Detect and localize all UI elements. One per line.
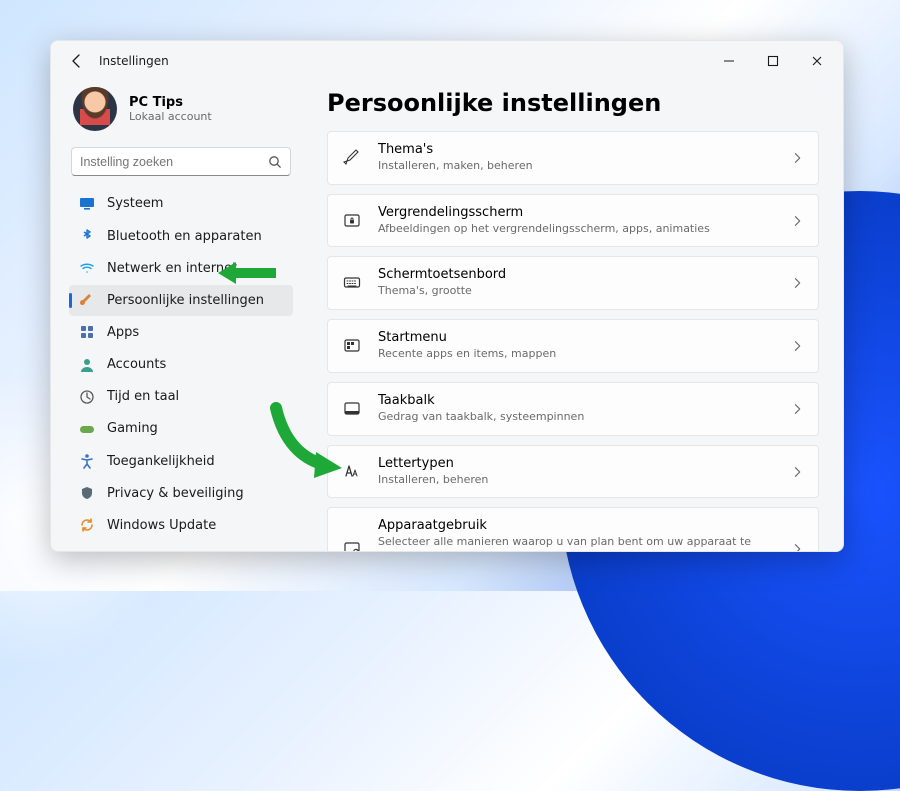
gamepad-icon: [79, 421, 95, 437]
sidebar-item-grid[interactable]: Apps: [69, 317, 293, 348]
user-subtitle: Lokaal account: [129, 110, 212, 123]
chevron-right-icon: [792, 340, 804, 352]
card-subtitle: Thema's, grootte: [378, 284, 776, 299]
sidebar-item-label: Privacy & beveiliging: [107, 486, 244, 501]
shield-icon: [79, 485, 95, 501]
taskbar-icon: [342, 399, 362, 419]
back-arrow-icon: [69, 52, 85, 70]
sidebar-item-label: Persoonlijke instellingen: [107, 293, 264, 308]
sidebar-item-update[interactable]: Windows Update: [69, 510, 293, 541]
accessibility-icon: [79, 453, 95, 469]
card-subtitle: Gedrag van taakbalk, systeempinnen: [378, 410, 776, 425]
card-subtitle: Installeren, beheren: [378, 473, 776, 488]
wifi-icon: [79, 260, 95, 276]
back-button[interactable]: [65, 49, 89, 73]
sidebar-item-label: Apps: [107, 325, 139, 340]
globe-clock-icon: [79, 389, 95, 405]
sidebar-item-wifi[interactable]: Netwerk en internet: [69, 253, 293, 284]
sidebar-item-monitor[interactable]: Systeem: [69, 188, 293, 219]
grid-icon: [79, 324, 95, 340]
close-icon: [810, 54, 824, 68]
lockscreen-icon: [342, 211, 362, 231]
user-block[interactable]: PC Tips Lokaal account: [69, 81, 293, 145]
page-title: Persoonlijke instellingen: [327, 89, 819, 117]
monitor-icon: [79, 196, 95, 212]
sidebar-item-accessibility[interactable]: Toegankelijkheid: [69, 446, 293, 477]
settings-card-lockscreen[interactable]: VergrendelingsschermAfbeeldingen op het …: [327, 194, 819, 248]
settings-card-start[interactable]: StartmenuRecente apps en items, mappen: [327, 319, 819, 373]
card-title: Taakbalk: [378, 393, 776, 410]
sidebar-item-label: Toegankelijkheid: [107, 454, 215, 469]
settings-card-device[interactable]: ApparaatgebruikSelecteer alle manieren w…: [327, 507, 819, 551]
card-subtitle: Selecteer alle manieren waarop u van pla…: [378, 535, 776, 551]
settings-window: Instellingen PC Tips Lokaal account Syst…: [50, 40, 844, 552]
person-icon: [79, 357, 95, 373]
sidebar-item-label: Systeem: [107, 196, 163, 211]
card-title: Schermtoetsenbord: [378, 267, 776, 284]
settings-card-taskbar[interactable]: TaakbalkGedrag van taakbalk, systeempinn…: [327, 382, 819, 436]
chevron-right-icon: [792, 466, 804, 478]
minimize-icon: [722, 54, 736, 68]
sidebar-item-brush[interactable]: Persoonlijke instellingen: [69, 285, 293, 316]
nav-list: Systeem Bluetooth en apparaten Netwerk en …: [69, 188, 293, 541]
avatar: [73, 87, 117, 131]
titlebar: Instellingen: [51, 41, 843, 81]
card-title: Apparaatgebruik: [378, 518, 776, 535]
sidebar-item-label: Bluetooth en apparaten: [107, 229, 262, 244]
search-box[interactable]: [71, 147, 291, 176]
sidebar-item-globe-clock[interactable]: Tijd en taal: [69, 381, 293, 412]
card-subtitle: Installeren, maken, beheren: [378, 159, 776, 174]
bluetooth-icon: [79, 228, 95, 244]
chevron-right-icon: [792, 215, 804, 227]
sidebar-item-person[interactable]: Accounts: [69, 349, 293, 380]
card-title: Vergrendelingsscherm: [378, 205, 776, 222]
search-icon: [268, 155, 282, 169]
sidebar-item-gamepad[interactable]: Gaming: [69, 413, 293, 444]
search-input[interactable]: [80, 155, 268, 169]
sidebar-item-label: Windows Update: [107, 518, 216, 533]
maximize-button[interactable]: [751, 46, 795, 76]
sidebar: PC Tips Lokaal account Systeem Bluetooth …: [51, 81, 303, 551]
sidebar-item-label: Accounts: [107, 357, 166, 372]
pen-icon: [342, 148, 362, 168]
user-name: PC Tips: [129, 95, 212, 110]
sidebar-item-shield[interactable]: Privacy & beveiliging: [69, 478, 293, 509]
main-content: Persoonlijke instellingen Thema'sInstall…: [303, 81, 843, 551]
chevron-right-icon: [792, 277, 804, 289]
minimize-button[interactable]: [707, 46, 751, 76]
sidebar-item-label: Netwerk en internet: [107, 261, 237, 276]
card-subtitle: Afbeeldingen op het vergrendelingsscherm…: [378, 222, 776, 237]
settings-card-keyboard[interactable]: SchermtoetsenbordThema's, grootte: [327, 256, 819, 310]
maximize-icon: [766, 54, 780, 68]
chevron-right-icon: [792, 403, 804, 415]
sidebar-item-bluetooth[interactable]: Bluetooth en apparaten: [69, 220, 293, 251]
fonts-icon: [342, 462, 362, 482]
chevron-right-icon: [792, 543, 804, 551]
card-title: Lettertypen: [378, 456, 776, 473]
start-icon: [342, 336, 362, 356]
update-icon: [79, 517, 95, 533]
window-title: Instellingen: [99, 54, 169, 68]
card-title: Startmenu: [378, 330, 776, 347]
device-icon: [342, 539, 362, 551]
settings-card-fonts[interactable]: LettertypenInstalleren, beheren: [327, 445, 819, 499]
sidebar-item-label: Gaming: [107, 421, 158, 436]
keyboard-icon: [342, 273, 362, 293]
close-button[interactable]: [795, 46, 839, 76]
chevron-right-icon: [792, 152, 804, 164]
card-subtitle: Recente apps en items, mappen: [378, 347, 776, 362]
card-title: Thema's: [378, 142, 776, 159]
brush-icon: [79, 292, 95, 308]
settings-card-pen[interactable]: Thema'sInstalleren, maken, beheren: [327, 131, 819, 185]
sidebar-item-label: Tijd en taal: [107, 389, 179, 404]
